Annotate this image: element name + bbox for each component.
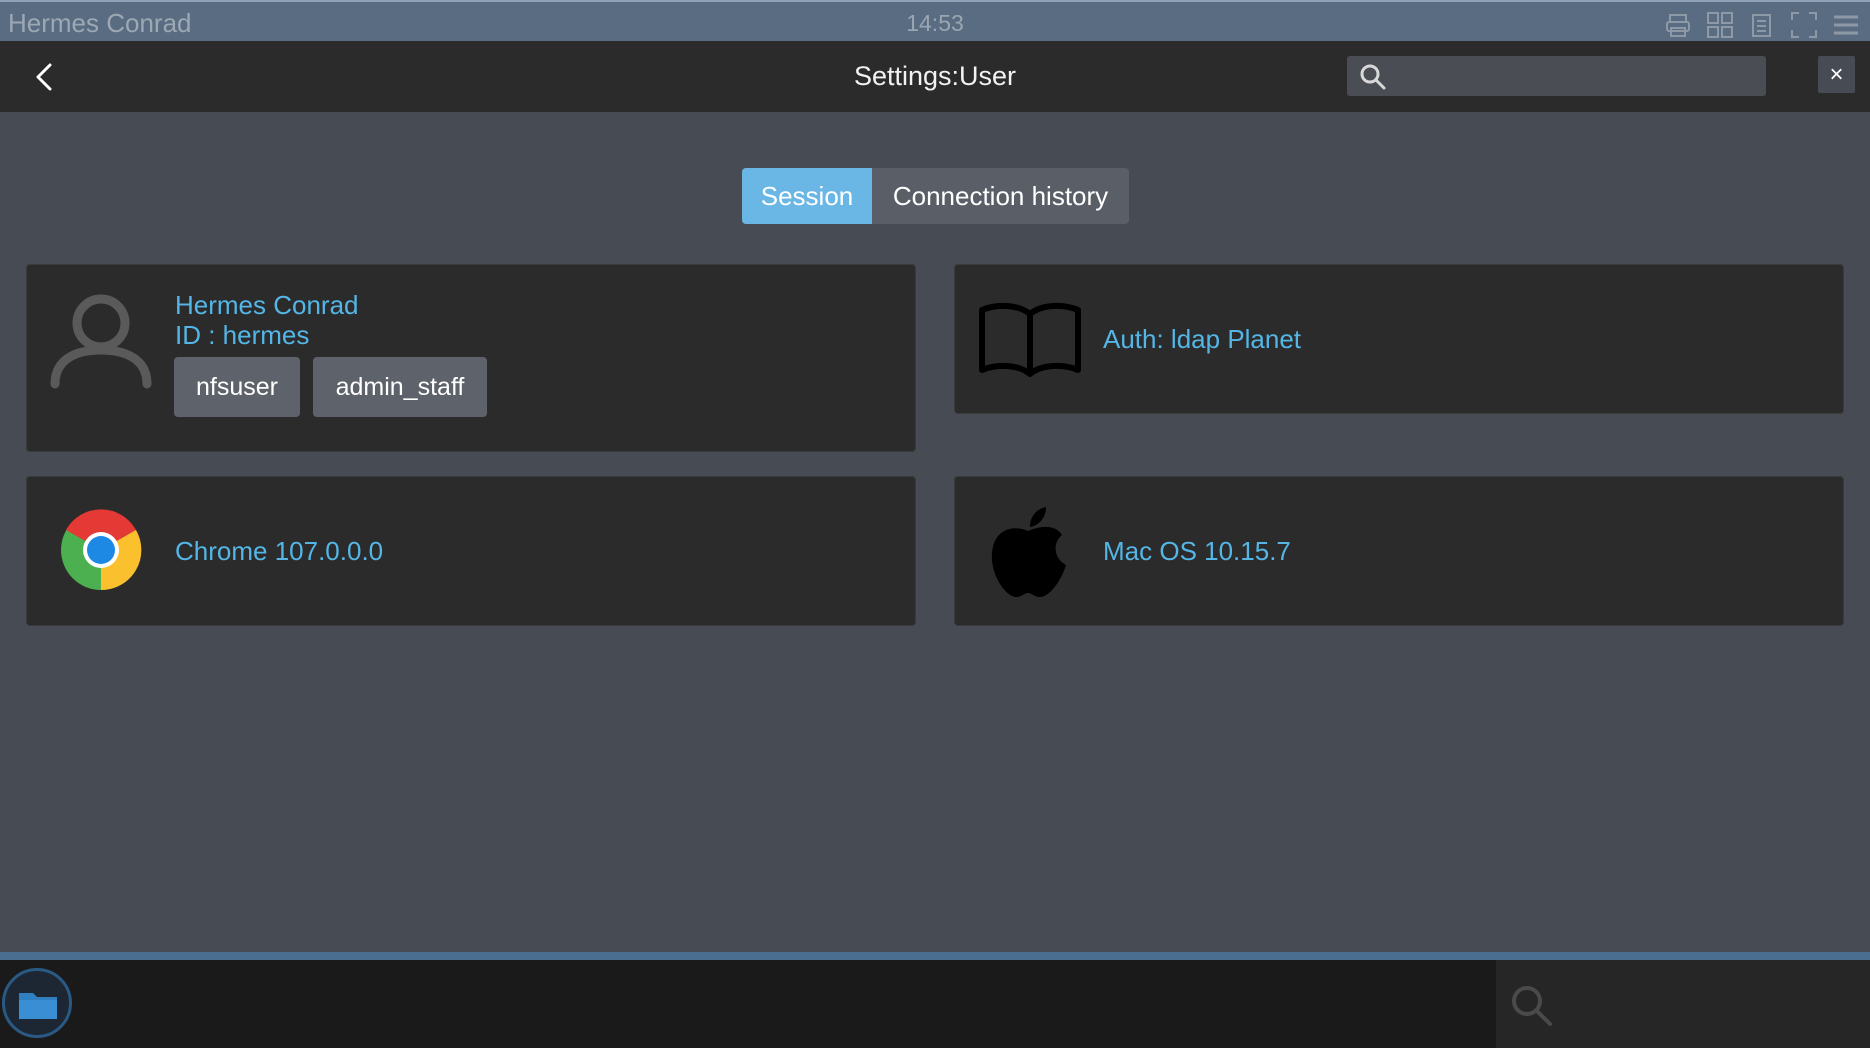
document-icon[interactable]: [1748, 11, 1776, 39]
settings-header: Settings:User ×: [0, 41, 1870, 112]
status-clock: 14:53: [906, 10, 964, 36]
user-avatar-icon: [50, 294, 152, 389]
folder-icon: [19, 993, 57, 1019]
os-label: Mac OS 10.15.7: [1103, 536, 1291, 566]
browser-card: [26, 476, 916, 626]
grid-layout-icon[interactable]: [1706, 11, 1734, 39]
menu-icon[interactable]: [1832, 11, 1860, 39]
group-chip-admin-staff[interactable]: admin_staff: [313, 357, 487, 417]
fullscreen-icon[interactable]: [1790, 11, 1818, 39]
auth-label: Auth: ldap Planet: [1103, 324, 1302, 354]
auth-card: [954, 264, 1844, 414]
os-card: [954, 476, 1844, 626]
search-icon: [1512, 986, 1552, 1026]
search-input[interactable]: [1399, 56, 1759, 96]
search-icon: [1360, 64, 1386, 90]
close-button[interactable]: ×: [1818, 56, 1855, 93]
dock-divider: [0, 952, 1870, 960]
chrome-icon: [61, 509, 142, 591]
book-icon: [979, 302, 1081, 377]
system-status-bar: Hermes Conrad 14:53: [0, 0, 1870, 41]
search-box[interactable]: [1347, 56, 1766, 96]
folder-button[interactable]: [2, 968, 72, 1038]
dock-search[interactable]: [1496, 960, 1870, 1048]
tab-bar: Session Connection history: [742, 168, 1129, 224]
user-full-name: Hermes Conrad: [175, 290, 359, 320]
group-chip-nfsuser[interactable]: nfsuser: [174, 357, 300, 417]
apple-icon: [991, 507, 1066, 597]
tab-session[interactable]: Session: [742, 168, 872, 224]
browser-label: Chrome 107.0.0.0: [175, 536, 384, 566]
user-id: ID : hermes: [175, 320, 310, 350]
status-tools: [1664, 11, 1860, 39]
printer-icon[interactable]: [1664, 11, 1692, 39]
tab-connection-history[interactable]: Connection history: [872, 168, 1129, 224]
